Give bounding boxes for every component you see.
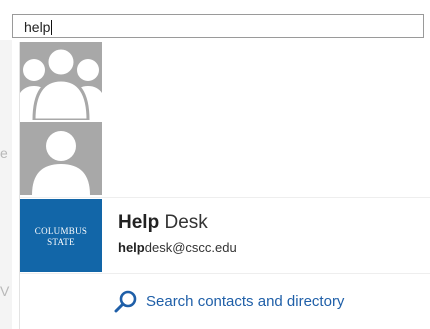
result-item-group[interactable]: [20, 42, 430, 120]
contact-email: helpdesk@cscc.edu: [118, 240, 237, 255]
columbus-state-logo: COLUMBUS STATE: [20, 199, 102, 272]
search-contacts-label: Search contacts and directory: [146, 292, 345, 310]
contact-name: Help Desk: [118, 212, 208, 233]
background-letter: V: [0, 283, 10, 299]
search-input-value[interactable]: help: [24, 19, 53, 35]
group-avatar-icon: [20, 42, 102, 120]
autocomplete-dropdown: COLUMBUS STATE Help Desk helpdesk@cscc.e…: [20, 42, 430, 329]
result-item-help-desk[interactable]: COLUMBUS STATE Help Desk helpdesk@cscc.e…: [20, 197, 430, 274]
background-letter: e: [0, 145, 8, 161]
text-caret: [51, 20, 53, 35]
search-icon: [114, 290, 137, 313]
result-item-person[interactable]: [20, 122, 430, 195]
search-contacts-link[interactable]: Search contacts and directory: [114, 289, 344, 313]
person-avatar-icon: [20, 122, 102, 195]
search-input[interactable]: help: [12, 14, 424, 38]
